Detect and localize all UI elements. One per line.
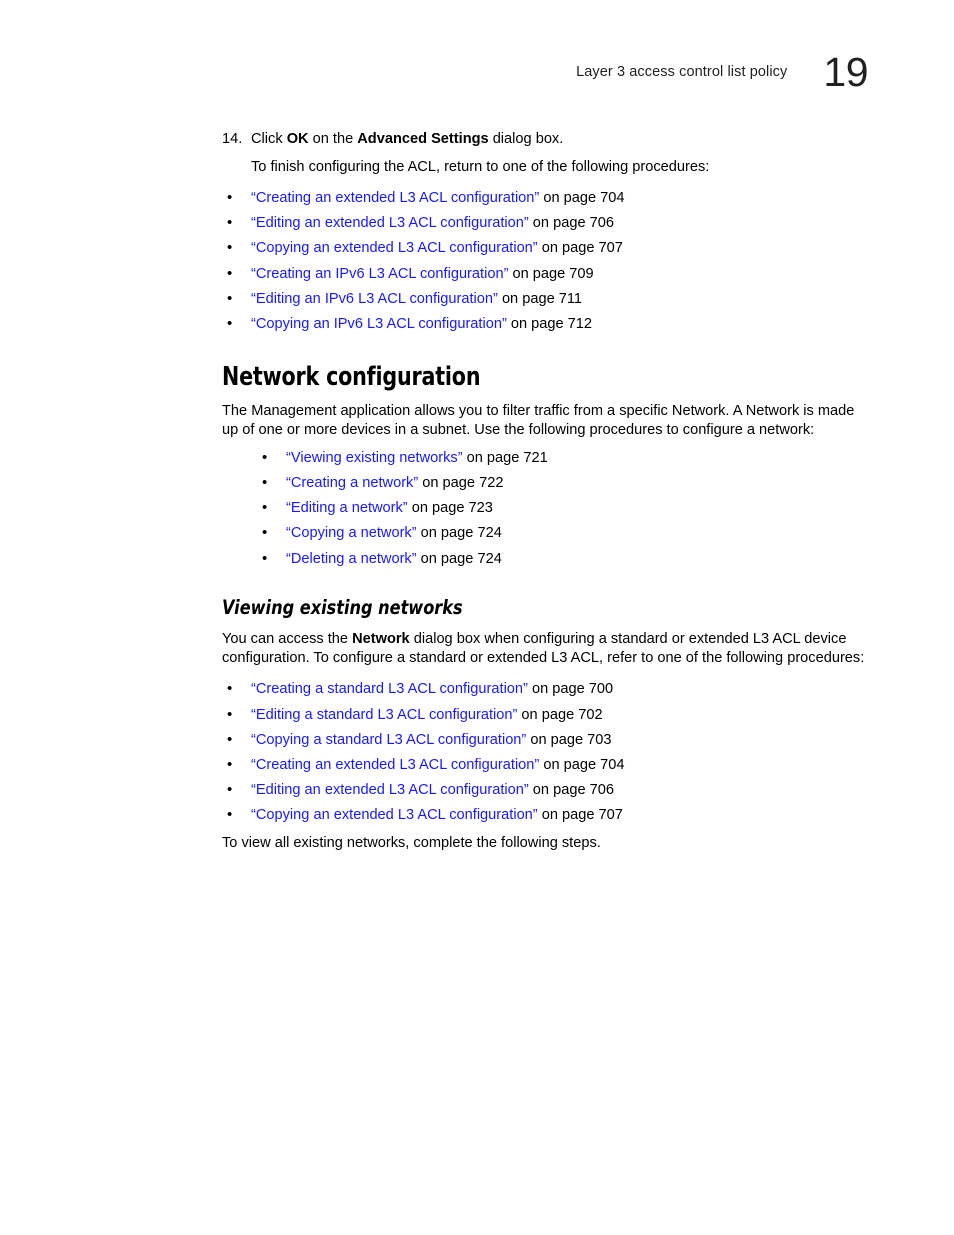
- list-item: “Creating an extended L3 ACL configurati…: [222, 755, 870, 775]
- cross-reference-link[interactable]: “Viewing existing networks”: [286, 450, 463, 466]
- document-page: Layer 3 access control list policy 19 14…: [0, 0, 954, 1235]
- list-item: “Editing a standard L3 ACL configuration…: [222, 705, 870, 725]
- cross-reference-link[interactable]: “Copying a network”: [286, 525, 417, 541]
- page-reference: on page 707: [537, 240, 623, 257]
- cross-reference-link[interactable]: “Copying an extended L3 ACL configuratio…: [251, 807, 538, 823]
- list-item: “Copying a network” on page 724: [257, 523, 870, 543]
- cross-reference-link[interactable]: “Copying an extended L3 ACL configuratio…: [251, 240, 538, 256]
- step-text-prefix: Click: [251, 131, 287, 147]
- page-reference: on page 712: [506, 315, 593, 332]
- page-reference: on page 700: [527, 681, 614, 698]
- list-item: “Creating an IPv6 L3 ACL configuration” …: [222, 264, 870, 284]
- chapter-number: 19: [823, 49, 868, 95]
- network-procedures-list: “Viewing existing networks” on page 721 …: [222, 448, 870, 569]
- step-continuation-text: To finish configuring the ACL, return to…: [251, 159, 710, 175]
- cross-reference-link[interactable]: “Creating an extended L3 ACL configurati…: [251, 190, 539, 206]
- step-number: 14.: [222, 131, 243, 147]
- cross-reference-link[interactable]: “Editing an extended L3 ACL configuratio…: [251, 215, 529, 231]
- list-item: “Deleting a network” on page 724: [257, 549, 870, 569]
- viewing-networks-procedures-list: “Creating a standard L3 ACL configuratio…: [222, 679, 870, 825]
- cross-reference-link[interactable]: “Copying a standard L3 ACL configuration…: [251, 732, 526, 748]
- page-content: 14. Click OK on the Advanced Settings di…: [222, 130, 870, 853]
- page-reference: on page 706: [528, 782, 614, 799]
- list-item: “Creating an extended L3 ACL configurati…: [222, 188, 870, 208]
- section-heading-network-configuration: Network configuration: [222, 361, 481, 392]
- list-item: “Creating a network” on page 722: [257, 473, 870, 493]
- list-item: “Copying an IPv6 L3 ACL configuration” o…: [222, 314, 870, 334]
- cross-reference-link[interactable]: “Creating an IPv6 L3 ACL configuration”: [251, 266, 508, 282]
- cross-reference-link[interactable]: “Deleting a network”: [286, 551, 417, 567]
- page-reference: on page 723: [407, 500, 493, 517]
- list-item: “Editing an extended L3 ACL configuratio…: [222, 213, 870, 233]
- step-text-middle: on the: [308, 131, 358, 147]
- cross-reference-link[interactable]: “Creating an extended L3 ACL configurati…: [251, 757, 539, 773]
- running-header: Layer 3 access control list policy 19: [222, 52, 868, 100]
- page-reference: on page 704: [539, 190, 625, 206]
- list-item: “Copying an extended L3 ACL configuratio…: [222, 805, 870, 825]
- page-reference: on page 709: [508, 265, 594, 282]
- list-item: “Editing a network” on page 723: [257, 498, 870, 518]
- cross-reference-link[interactable]: “Editing an IPv6 L3 ACL configuration”: [251, 291, 498, 307]
- cross-reference-link[interactable]: “Editing an extended L3 ACL configuratio…: [251, 782, 529, 798]
- paragraph-prefix: You can access the: [222, 630, 353, 647]
- page-reference: on page 722: [418, 474, 504, 491]
- paragraph-bold-network: Network: [352, 630, 410, 647]
- page-reference: on page 724: [416, 525, 502, 542]
- step-text-suffix: dialog box.: [488, 131, 564, 147]
- cross-reference-link[interactable]: “Editing a network”: [286, 500, 408, 516]
- cross-reference-link[interactable]: “Creating a standard L3 ACL configuratio…: [251, 681, 528, 697]
- closing-line: To view all existing networks, complete …: [222, 835, 601, 852]
- page-reference: on page 703: [526, 731, 612, 748]
- acl-return-procedures-list: “Creating an extended L3 ACL configurati…: [222, 188, 870, 334]
- page-reference: on page 711: [497, 290, 583, 307]
- subsection-heading-viewing-existing-networks: Viewing existing networks: [222, 595, 463, 619]
- viewing-existing-networks-paragraph: You can access the Network dialog box wh…: [222, 630, 870, 669]
- step-bold-ok: OK: [286, 131, 309, 147]
- page-reference: on page 702: [517, 706, 603, 723]
- list-item: “Viewing existing networks” on page 721: [257, 448, 870, 468]
- cross-reference-link[interactable]: “Editing a standard L3 ACL configuration…: [251, 707, 517, 723]
- list-item: “Editing an extended L3 ACL configuratio…: [222, 780, 870, 800]
- step-bold-advanced-settings: Advanced Settings: [357, 131, 489, 147]
- cross-reference-link[interactable]: “Creating a network”: [286, 475, 418, 491]
- list-item: “Creating a standard L3 ACL configuratio…: [222, 679, 870, 699]
- list-item: “Editing an IPv6 L3 ACL configuration” o…: [222, 289, 870, 309]
- page-reference: on page 707: [537, 807, 623, 824]
- list-item: “Copying a standard L3 ACL configuration…: [222, 730, 870, 750]
- numbered-step-14: 14. Click OK on the Advanced Settings di…: [222, 130, 870, 149]
- network-configuration-paragraph: The Management application allows you to…: [222, 402, 855, 439]
- page-reference: on page 704: [539, 756, 625, 773]
- page-reference: on page 706: [528, 215, 614, 232]
- cross-reference-link[interactable]: “Copying an IPv6 L3 ACL configuration”: [251, 316, 507, 332]
- page-reference: on page 721: [462, 449, 548, 466]
- header-title: Layer 3 access control list policy: [576, 64, 788, 80]
- page-reference: on page 724: [416, 550, 502, 567]
- list-item: “Copying an extended L3 ACL configuratio…: [222, 238, 870, 258]
